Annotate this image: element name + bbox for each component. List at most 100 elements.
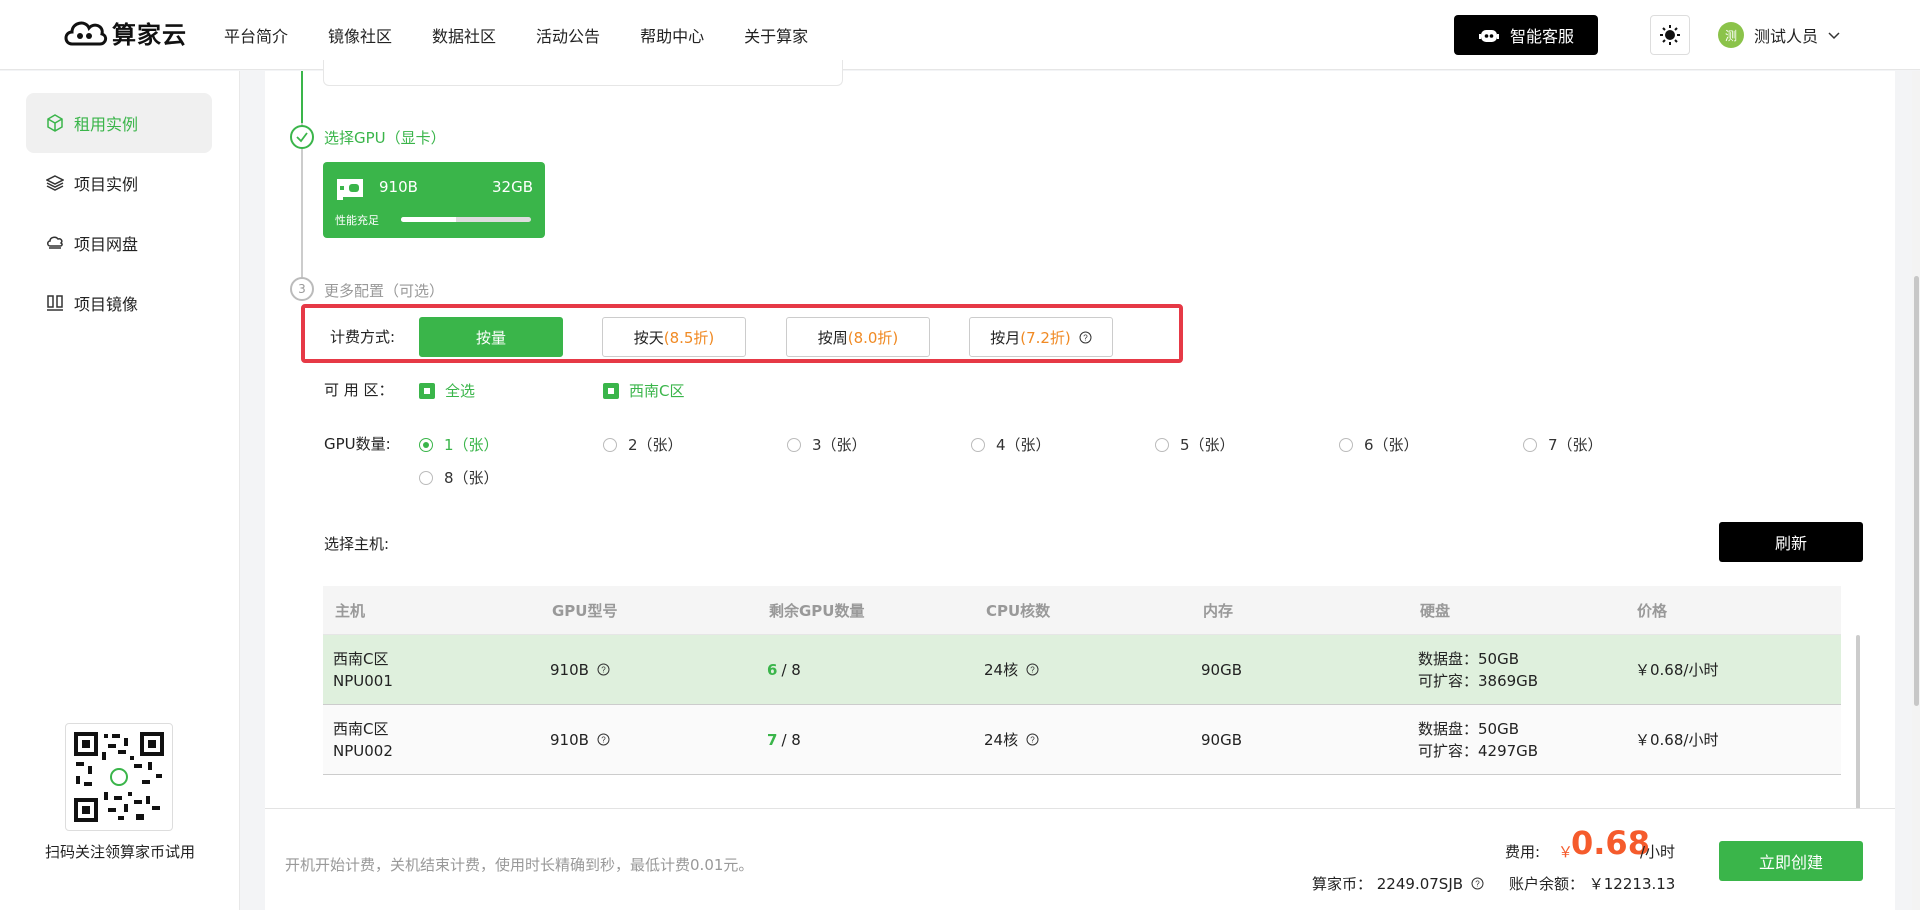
image-icon [47,295,63,311]
billing-option-label: 按量 [475,328,506,347]
gpu-memory: 32GB [491,178,533,196]
gpu-count-radio-5[interactable]: 5（张） [1155,434,1235,455]
radio-label: 4（张） [996,436,1051,454]
checkbox-label: 西南C区 [629,382,685,400]
table-scrollbar[interactable] [1856,635,1860,810]
table-row[interactable]: 西南C区 NPU001 910B ? 6 / 8 24核 ? 90GB 数据盘：… [323,635,1841,705]
billing-monthly-button[interactable]: 按月 (7.2折) ? [969,317,1113,357]
radio-label: 1（张） [444,436,499,454]
remaining-gpu-cell: 7 / 8 [757,729,974,751]
host-cell: 西南C区 NPU001 [323,648,540,692]
memory-cell: 90GB [1201,730,1243,749]
sidebar-item-project-image[interactable]: 项目镜像 [26,273,212,333]
host-zone: 西南C区 [333,649,389,668]
previous-step-box [323,60,843,86]
billing-note: 开机开始计费，关机结束计费，使用时长精确到秒，最低计费0.01元。 [285,856,754,874]
gpu-count-radio-3[interactable]: 3（张） [787,434,867,455]
svg-text:?: ? [601,666,606,675]
table-row[interactable]: 西南C区 NPU002 910B ? 7 / 8 24核 ? 90GB 数据盘：… [323,705,1841,775]
memory-cell: 90GB [1201,660,1243,679]
checkbox-label: 全选 [445,382,476,400]
table-header-cell: GPU型号 [552,601,618,620]
cpu-cell: 24核 ? [974,729,1191,751]
radio-label: 8（张） [444,469,499,487]
billing-daily-button[interactable]: 按天 (8.5折) [602,317,746,357]
billing-discount: (8.0折) [847,328,899,347]
sidebar-item-project-instance[interactable]: 项目实例 [26,153,212,213]
smart-service-button[interactable]: 智能客服 [1454,15,1598,55]
zone-label: 可 用 区： [324,381,394,399]
svg-text:?: ? [1030,736,1035,745]
help-icon[interactable]: ? [1026,663,1039,676]
qr-code-image [72,730,166,824]
help-icon[interactable]: ? [597,663,610,676]
radio-icon [1339,437,1353,452]
zone-southwest-c-checkbox[interactable]: 西南C区 [603,380,684,401]
gpu-perf-bar [401,217,531,222]
radio-label: 6（张） [1364,436,1419,454]
gpu-perf-bar-fill [401,217,456,222]
sun-icon [1660,25,1680,45]
step-title-gpu: 选择GPU（显卡） [324,129,446,147]
gpu-model: 910B [550,730,589,749]
price-cell: ￥0.68/小时 [1635,660,1719,679]
host-id: NPU002 [333,741,393,760]
gpu-icon [337,179,363,200]
gpu-count-label: GPU数量: [324,435,391,453]
logo[interactable]: 算家云 [62,14,187,50]
help-icon[interactable]: ? [1471,877,1484,890]
disk-cell: 数据盘：50GB 可扩容：4297GB [1408,718,1625,762]
price-cell: ￥0.68/小时 [1635,730,1719,749]
nav-help[interactable]: 帮助中心 [640,23,704,47]
create-now-button[interactable]: 立即创建 [1719,841,1863,881]
logo-cloud-icon [64,21,108,46]
robot-icon [1478,30,1499,42]
gpu-count-radio-6[interactable]: 6（张） [1339,434,1419,455]
gpu-count-radio-2[interactable]: 2（张） [603,434,683,455]
table-header-cell: 价格 [1637,601,1668,620]
host-table: 主机 GPU型号 剩余GPU数量 CPU核数 内存 硬盘 价格 西南C区 NPU… [323,586,1841,775]
sidebar-item-rent-instance[interactable]: 租用实例 [26,93,212,153]
host-zone: 西南C区 [333,719,389,738]
checkbox-icon [419,382,435,399]
sidebar-item-project-drive[interactable]: 项目网盘 [26,213,212,273]
help-icon[interactable]: ? [1026,733,1039,746]
radio-icon [1155,437,1169,452]
nav-image-community[interactable]: 镜像社区 [328,23,392,47]
nav-data-community[interactable]: 数据社区 [432,23,496,47]
billing-label: 计费方式: [330,328,396,346]
gpu-count-radio-7[interactable]: 7（张） [1523,434,1603,455]
order-footer: 开机开始计费，关机结束计费，使用时长精确到秒，最低计费0.01元。 费用: ￥ … [265,808,1895,910]
remaining-count: 6 [767,660,778,679]
nav-about[interactable]: 关于算家 [744,23,808,47]
remaining-gpu-cell: 6 / 8 [757,659,974,681]
help-icon[interactable]: ? [597,733,610,746]
remaining-count: 7 [767,730,778,749]
zone-select-all-checkbox[interactable]: 全选 [419,380,475,401]
theme-toggle-button[interactable] [1650,15,1690,55]
radio-label: 2（张） [628,436,683,454]
user-menu[interactable]: 测 测试人员 [1718,22,1840,48]
billing-weekly-button[interactable]: 按周 (8.0折) [786,317,930,357]
help-icon[interactable]: ? [1079,331,1092,344]
fee-unit: /小时 [1640,843,1676,861]
gpu-count-radio-8[interactable]: 8（张） [419,467,499,488]
nav-platform[interactable]: 平台简介 [224,23,288,47]
gpu-perf-label: 性能充足 [335,214,379,227]
billing-pay-as-you-go-button[interactable]: 按量 [419,317,563,357]
gpu-card-910b[interactable]: 910B 32GB 性能充足 [323,162,545,238]
nav-events[interactable]: 活动公告 [536,23,600,47]
gpu-count-radio-1[interactable]: 1（张） [419,434,499,455]
top-header: 算家云 平台简介 镜像社区 数据社区 活动公告 帮助中心 关于算家 智能客服 测… [0,0,1920,70]
gpu-count-radio-4[interactable]: 4（张） [971,434,1051,455]
fee-label: 费用: [1505,843,1541,861]
coin-text: 算家币： 2249.07SJB [1312,875,1464,893]
total-count: / 8 [781,660,801,679]
gpu-cell: 910B ? [540,729,757,751]
step-number: 3 [290,277,314,301]
host-id: NPU001 [333,671,393,690]
checkbox-icon [603,382,619,399]
refresh-button[interactable]: 刷新 [1719,522,1863,562]
page-scrollbar[interactable] [1914,276,1919,706]
layers-icon [46,175,64,191]
